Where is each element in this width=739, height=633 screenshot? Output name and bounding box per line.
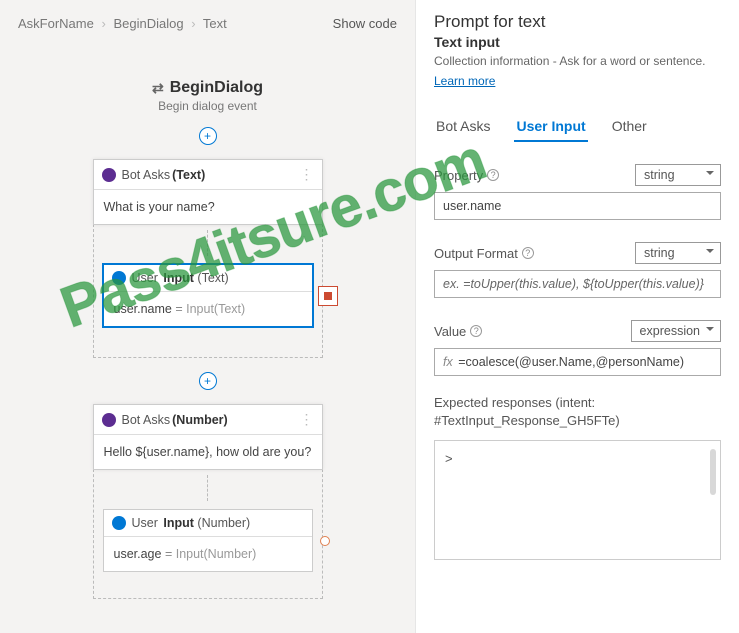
user-input-text-group: User Input (Text) user.name = Input(Text… <box>93 224 323 358</box>
user-input-text-node[interactable]: User Input (Text) user.name = Input(Text… <box>103 264 313 327</box>
user-input-number-node[interactable]: User Input (Number) user.age = Input(Num… <box>103 509 313 572</box>
scrollbar[interactable] <box>710 449 716 495</box>
user-icon <box>112 516 126 530</box>
node-menu-icon[interactable]: ⋮ <box>300 166 314 183</box>
output-format-input[interactable]: ex. =toUpper(this.value), ${toUpper(this… <box>434 270 721 298</box>
help-icon[interactable]: ? <box>470 325 482 337</box>
bot-icon <box>102 413 116 427</box>
user-input-text-body: user.name = Input(Text) <box>104 292 312 326</box>
property-input[interactable]: user.name <box>434 192 721 220</box>
output-format-type-select[interactable]: string <box>635 242 721 264</box>
user-input-number-group: User Input (Number) user.age = Input(Num… <box>93 469 323 599</box>
breadcrumb-item[interactable]: BeginDialog <box>113 16 183 31</box>
value-input[interactable]: fx =coalesce(@user.Name,@personName) <box>434 348 721 376</box>
user-input-number-body: user.age = Input(Number) <box>104 537 312 571</box>
panel-subtitle: Text input <box>434 34 721 50</box>
trigger-title: ⇄ BeginDialog <box>152 79 263 97</box>
tab-other[interactable]: Other <box>610 112 649 142</box>
learn-more-link[interactable]: Learn more <box>434 74 495 88</box>
trigger-subtitle: Begin dialog event <box>158 99 257 113</box>
value-label: Value? <box>434 324 482 339</box>
chevron-right-icon: › <box>191 16 195 31</box>
add-action-button[interactable]: + <box>199 127 217 145</box>
show-code-button[interactable]: Show code <box>333 16 397 31</box>
panel-description: Collection information - Ask for a word … <box>434 54 721 68</box>
connector-dot-icon[interactable] <box>320 536 330 546</box>
selection-handle-icon[interactable] <box>318 286 338 306</box>
bot-icon <box>102 168 116 182</box>
expected-responses-label: Expected responses (intent: #TextInput_R… <box>434 394 721 430</box>
bot-asks-number-body: Hello ${user.name}, how old are you? <box>94 435 322 469</box>
node-menu-icon[interactable]: ⋮ <box>300 411 314 428</box>
panel-tabs: Bot Asks User Input Other <box>434 112 721 142</box>
add-action-button[interactable]: + <box>199 372 217 390</box>
output-format-label: Output Format? <box>434 246 534 261</box>
panel-title: Prompt for text <box>434 12 721 32</box>
bot-asks-text-node[interactable]: Bot Asks (Text) ⋮ What is your name? <box>93 159 323 225</box>
expected-responses-input[interactable]: > <box>434 440 721 560</box>
property-type-select[interactable]: string <box>635 164 721 186</box>
trigger-icon: ⇄ <box>152 80 164 97</box>
bot-asks-number-node[interactable]: Bot Asks (Number) ⋮ Hello ${user.name}, … <box>93 404 323 470</box>
tab-user-input[interactable]: User Input <box>514 112 587 142</box>
chevron-right-icon: › <box>101 16 105 31</box>
bot-asks-text-body: What is your name? <box>94 190 322 224</box>
tab-bot-asks[interactable]: Bot Asks <box>434 112 492 142</box>
breadcrumb[interactable]: AskForName › BeginDialog › Text <box>18 16 227 31</box>
user-icon <box>112 271 126 285</box>
breadcrumb-item[interactable]: AskForName <box>18 16 94 31</box>
breadcrumb-item[interactable]: Text <box>203 16 227 31</box>
help-icon[interactable]: ? <box>522 247 534 259</box>
property-label: Property? <box>434 168 499 183</box>
help-icon[interactable]: ? <box>487 169 499 181</box>
value-type-select[interactable]: expression <box>631 320 721 342</box>
